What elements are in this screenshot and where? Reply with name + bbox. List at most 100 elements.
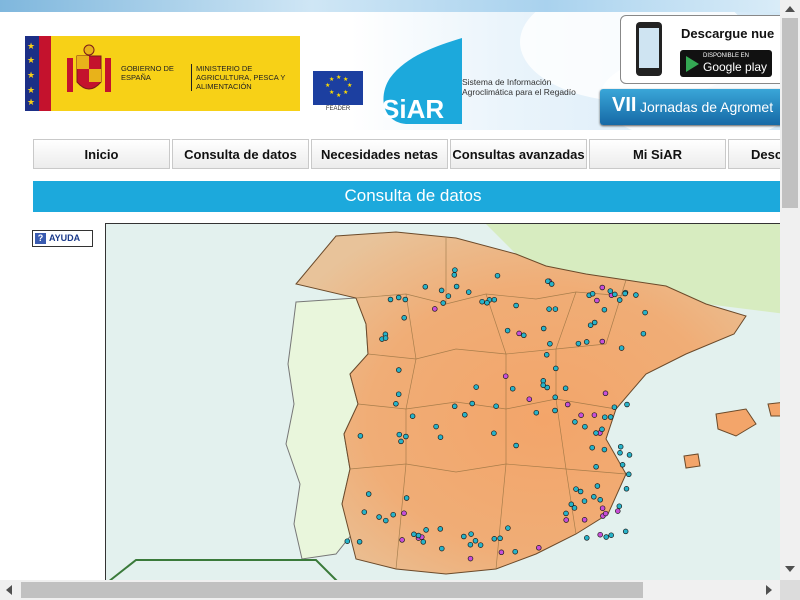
station-marker[interactable] <box>403 433 409 440</box>
station-marker[interactable] <box>398 438 404 445</box>
station-marker[interactable] <box>361 509 368 515</box>
station-marker[interactable] <box>615 508 621 514</box>
station-marker[interactable] <box>584 535 590 541</box>
station-marker[interactable] <box>491 536 498 542</box>
station-marker[interactable] <box>626 452 633 458</box>
station-marker[interactable] <box>619 462 626 468</box>
scroll-left-icon[interactable] <box>6 585 12 595</box>
station-marker[interactable] <box>602 510 609 517</box>
station-marker[interactable] <box>552 407 558 414</box>
station-marker[interactable] <box>536 545 542 551</box>
station-marker[interactable] <box>365 491 372 497</box>
station-marker[interactable] <box>357 433 364 439</box>
station-marker[interactable] <box>553 365 559 372</box>
station-marker[interactable] <box>603 534 609 540</box>
station-marker[interactable] <box>552 394 558 401</box>
station-marker[interactable] <box>423 527 429 533</box>
station-marker[interactable] <box>513 442 519 449</box>
nav-item-inicio[interactable]: Inicio <box>33 139 170 169</box>
station-marker[interactable] <box>396 367 402 373</box>
station-marker[interactable] <box>533 409 540 416</box>
station-marker[interactable] <box>395 294 402 301</box>
station-marker[interactable] <box>451 272 458 278</box>
station-marker[interactable] <box>642 309 648 316</box>
station-marker[interactable] <box>622 528 629 535</box>
station-marker[interactable] <box>601 306 608 313</box>
station-marker[interactable] <box>472 538 479 544</box>
station-marker[interactable] <box>395 391 402 397</box>
station-marker[interactable] <box>607 288 614 294</box>
station-marker[interactable] <box>493 403 499 409</box>
nav-item-mi-siar[interactable]: Mi SiAR <box>589 139 726 169</box>
station-marker[interactable] <box>439 545 445 552</box>
station-marker[interactable] <box>611 404 618 410</box>
station-marker[interactable] <box>602 390 609 397</box>
station-marker[interactable] <box>399 537 405 543</box>
station-marker[interactable] <box>403 495 410 501</box>
station-marker[interactable] <box>433 423 439 430</box>
station-marker[interactable] <box>356 539 363 545</box>
station-marker[interactable] <box>546 306 552 312</box>
station-marker[interactable] <box>383 517 389 524</box>
station-marker[interactable] <box>432 306 438 312</box>
station-marker[interactable] <box>581 517 588 523</box>
station-marker[interactable] <box>451 403 458 410</box>
station-marker[interactable] <box>602 414 608 420</box>
station-marker[interactable] <box>589 444 595 451</box>
station-marker[interactable] <box>491 296 498 303</box>
vertical-scrollbar[interactable] <box>780 0 800 580</box>
station-marker[interactable] <box>640 330 647 337</box>
station-marker[interactable] <box>401 510 407 516</box>
scroll-down-icon[interactable] <box>785 566 795 572</box>
station-marker[interactable] <box>548 281 555 287</box>
station-marker[interactable] <box>582 423 588 430</box>
station-marker[interactable] <box>504 327 511 334</box>
station-marker[interactable] <box>575 340 582 347</box>
station-marker[interactable] <box>552 306 559 312</box>
station-marker[interactable] <box>599 505 606 511</box>
station-marker[interactable] <box>601 446 608 453</box>
help-button[interactable]: ? AYUDA <box>32 230 93 247</box>
station-marker[interactable] <box>396 431 403 438</box>
station-marker[interactable] <box>387 296 394 303</box>
station-marker[interactable] <box>622 290 628 297</box>
app-promo-box[interactable]: Descargue nue DISPONIBLE EN Google play <box>620 15 797 84</box>
station-marker[interactable] <box>465 289 472 295</box>
station-marker[interactable] <box>594 483 601 489</box>
station-marker[interactable] <box>513 302 519 309</box>
station-marker[interactable] <box>401 315 407 321</box>
station-marker[interactable] <box>608 532 614 538</box>
nav-item-consulta-datos[interactable]: Consulta de datos <box>172 139 309 169</box>
google-play-button[interactable]: DISPONIBLE EN Google play <box>680 50 772 77</box>
station-marker[interactable] <box>415 532 422 539</box>
station-marker[interactable] <box>591 412 598 418</box>
station-marker[interactable] <box>376 514 382 520</box>
station-marker[interactable] <box>462 412 468 418</box>
station-marker[interactable] <box>453 283 460 290</box>
station-marker[interactable] <box>547 341 553 347</box>
station-marker[interactable] <box>526 396 533 402</box>
scroll-up-icon[interactable] <box>785 6 795 12</box>
vertical-scroll-thumb[interactable] <box>782 18 798 208</box>
station-marker[interactable] <box>540 382 546 388</box>
station-marker[interactable] <box>469 400 475 407</box>
siar-logo[interactable]: SiAR <box>376 38 466 124</box>
nav-item-necesidades-netas[interactable]: Necesidades netas <box>311 139 448 169</box>
nav-item-consultas-avanzadas[interactable]: Consultas avanzadas <box>450 139 587 169</box>
station-marker[interactable] <box>626 471 632 478</box>
station-marker[interactable] <box>583 339 590 345</box>
station-marker[interactable] <box>591 494 597 500</box>
station-marker[interactable] <box>491 430 497 436</box>
station-marker[interactable] <box>473 384 479 390</box>
station-marker[interactable] <box>594 297 600 304</box>
station-marker[interactable] <box>521 332 527 339</box>
station-marker[interactable] <box>440 300 446 306</box>
station-marker[interactable] <box>597 497 603 503</box>
station-marker[interactable] <box>445 293 452 299</box>
station-marker[interactable] <box>540 325 547 332</box>
station-marker[interactable] <box>617 450 623 456</box>
station-marker[interactable] <box>516 330 522 337</box>
station-marker[interactable] <box>599 284 606 291</box>
station-marker[interactable] <box>633 292 639 298</box>
station-marker[interactable] <box>599 426 605 433</box>
